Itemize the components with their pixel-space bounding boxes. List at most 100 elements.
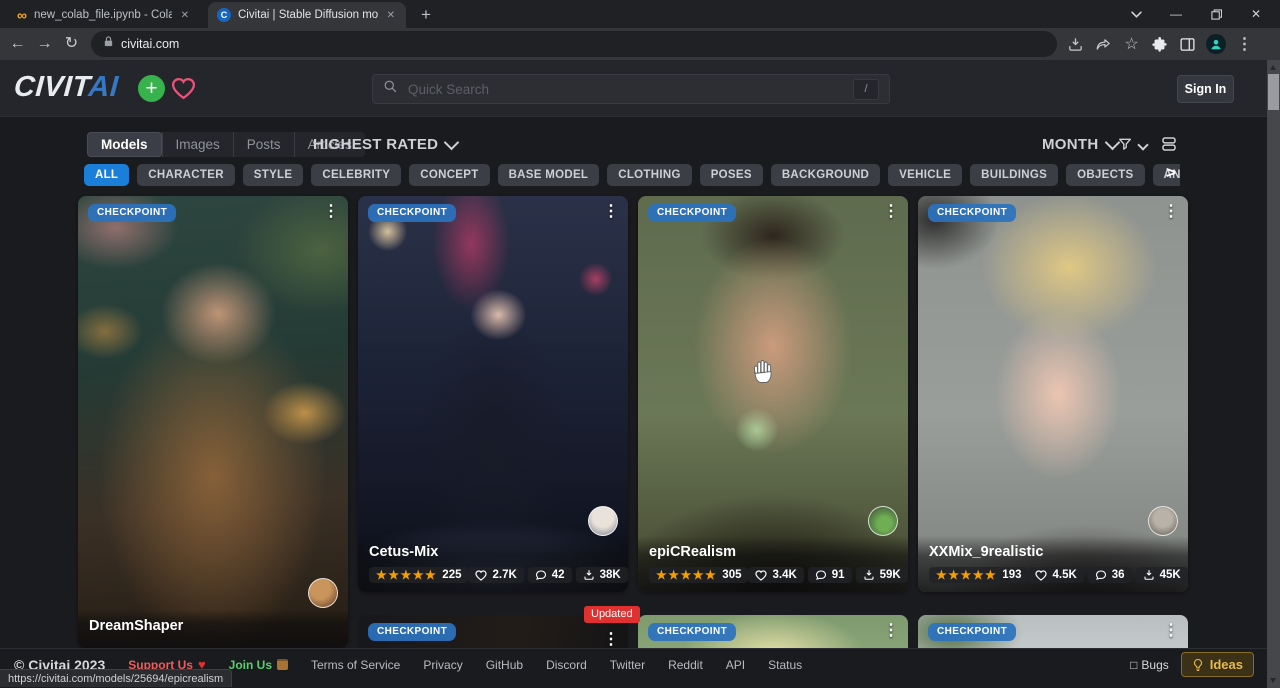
chip-all[interactable]: ALL: [84, 164, 129, 186]
footer-link-terms[interactable]: Terms of Service: [311, 658, 400, 672]
chips-scroll-right-icon[interactable]: >: [1166, 163, 1176, 183]
scrollbar-up-icon[interactable]: [1270, 65, 1276, 70]
bugs-link[interactable]: □ Bugs: [1130, 658, 1169, 672]
scrollbar-down-icon[interactable]: [1270, 678, 1276, 683]
chip-base-model[interactable]: BASE MODEL: [498, 164, 600, 186]
comments-count: 36: [1112, 569, 1125, 581]
card-menu-icon[interactable]: ⋮: [603, 629, 619, 649]
checkpoint-badge: CHECKPOINT: [648, 204, 736, 222]
footer-link-github[interactable]: GitHub: [486, 658, 523, 672]
likes-count: 4.5K: [1052, 569, 1076, 581]
lock-icon: [103, 35, 114, 53]
favorites-heart-icon[interactable]: [171, 77, 196, 105]
browser-menu-icon[interactable]: ⋮: [1235, 35, 1254, 54]
model-card-epicrealism[interactable]: CHECKPOINT ⋮ epiCRealism ★★★★★ 305 3.4K …: [638, 196, 908, 592]
url-text: civitai.com: [121, 37, 179, 51]
bookmark-star-icon[interactable]: ☆: [1122, 35, 1141, 54]
new-tab-button[interactable]: +: [414, 3, 438, 27]
footer-link-twitter[interactable]: Twitter: [610, 658, 645, 672]
profile-avatar[interactable]: [1206, 34, 1226, 54]
tab-images[interactable]: Images: [162, 132, 233, 157]
search-shortcut-badge: /: [853, 79, 879, 100]
share-icon[interactable]: [1094, 35, 1113, 54]
window-close-icon[interactable]: ✕: [1236, 0, 1276, 28]
chip-poses[interactable]: POSES: [700, 164, 763, 186]
bugs-label: Bugs: [1141, 658, 1168, 672]
sign-in-button[interactable]: Sign In: [1177, 75, 1234, 103]
tab-close-icon[interactable]: ✕: [385, 10, 397, 21]
footer-link-privacy[interactable]: Privacy: [423, 658, 462, 672]
card-menu-icon[interactable]: ⋮: [323, 201, 339, 221]
browser-tab-colab[interactable]: ∞ new_colab_file.ipynb - Colaborat ✕: [8, 2, 200, 28]
footer-link-reddit[interactable]: Reddit: [668, 658, 703, 672]
civitai-logo[interactable]: CIVITAI: [13, 71, 120, 104]
filter-funnel-icon: [1117, 136, 1133, 157]
card-menu-icon[interactable]: ⋮: [883, 620, 899, 640]
filter-dropdown[interactable]: [1117, 136, 1147, 157]
layout-toggle-icon[interactable]: [1160, 135, 1178, 158]
ideas-button[interactable]: Ideas: [1181, 652, 1254, 677]
url-bar[interactable]: civitai.com: [91, 31, 1057, 57]
model-card-dreamshaper[interactable]: CHECKPOINT ⋮ DreamShaper: [78, 196, 348, 648]
chip-character[interactable]: CHARACTER: [137, 164, 235, 186]
chip-clothing[interactable]: CLOTHING: [607, 164, 691, 186]
card-menu-icon[interactable]: ⋮: [883, 201, 899, 221]
sidebar-icon[interactable]: [1178, 35, 1197, 54]
comments-count: 91: [832, 569, 845, 581]
creator-avatar[interactable]: [308, 578, 338, 608]
star-rating-icon: ★★★★★: [376, 569, 437, 581]
footer-link-api[interactable]: API: [726, 658, 745, 672]
reload-icon[interactable]: ↻: [58, 36, 85, 52]
chip-vehicle[interactable]: VEHICLE: [888, 164, 962, 186]
tab-models[interactable]: Models: [87, 132, 162, 157]
browser-tab-civitai[interactable]: C Civitai | Stable Diffusion models, ✕: [208, 2, 406, 28]
rating-count: 193: [1002, 569, 1021, 581]
search-input[interactable]: [406, 81, 845, 98]
heart-icon: [755, 570, 767, 581]
category-chips: ALL CHARACTER STYLE CELEBRITY CONCEPT BA…: [84, 164, 1180, 186]
chip-buildings[interactable]: BUILDINGS: [970, 164, 1058, 186]
chip-background[interactable]: BACKGROUND: [771, 164, 880, 186]
tab-title: new_colab_file.ipynb - Colaborat: [34, 9, 172, 21]
footer-link-join-us[interactable]: Join Us: [229, 658, 288, 672]
card-title: DreamShaper: [89, 618, 337, 634]
chip-celebrity[interactable]: CELEBRITY: [311, 164, 401, 186]
creator-avatar[interactable]: [1148, 506, 1178, 536]
tab-close-icon[interactable]: ✕: [179, 10, 191, 21]
page-scrollbar[interactable]: [1267, 60, 1280, 688]
footer-link-status[interactable]: Status: [768, 658, 802, 672]
updated-badge: Updated: [584, 606, 640, 623]
downloads-pill: 38K: [576, 567, 628, 583]
site-header: CIVITAI + / Sign In: [0, 60, 1280, 117]
create-plus-icon[interactable]: +: [138, 75, 165, 102]
card-menu-icon[interactable]: ⋮: [603, 201, 619, 221]
card-menu-icon[interactable]: ⋮: [1163, 620, 1179, 640]
tab-posts[interactable]: Posts: [233, 132, 294, 157]
footer-link-discord[interactable]: Discord: [546, 658, 587, 672]
forward-icon[interactable]: →: [31, 36, 58, 52]
extensions-icon[interactable]: [1150, 35, 1169, 54]
period-dropdown[interactable]: MONTH: [1042, 136, 1118, 153]
sort-label: HIGHEST RATED: [313, 136, 438, 153]
metric-pills: 4.5K 36 45K: [1028, 567, 1187, 583]
card-menu-icon[interactable]: ⋮: [1163, 201, 1179, 221]
creator-avatar[interactable]: [588, 506, 618, 536]
tab-search-chevron-icon[interactable]: [1116, 0, 1156, 28]
model-card-xxmix9realistic[interactable]: CHECKPOINT ⋮ XXMix_9realistic ★★★★★ 193 …: [918, 196, 1188, 592]
quick-search[interactable]: /: [372, 74, 890, 104]
join-label: Join Us: [229, 658, 272, 672]
scrollbar-thumb[interactable]: [1268, 74, 1279, 110]
minimize-icon[interactable]: —: [1156, 0, 1196, 28]
chip-concept[interactable]: CONCEPT: [409, 164, 489, 186]
maximize-icon[interactable]: [1196, 0, 1236, 28]
likes-pill: 3.4K: [748, 567, 803, 583]
chip-objects[interactable]: OBJECTS: [1066, 164, 1144, 186]
download-page-icon[interactable]: [1066, 35, 1085, 54]
bug-icon: □: [1130, 658, 1137, 672]
back-icon[interactable]: ←: [4, 36, 31, 52]
creator-avatar[interactable]: [868, 506, 898, 536]
sort-dropdown[interactable]: HIGHEST RATED: [313, 136, 457, 153]
status-url-text: https://civitai.com/models/25694/epicrea…: [8, 673, 223, 685]
model-card-cetus-mix[interactable]: CHECKPOINT ⋮ Cetus-Mix ★★★★★ 225 2.7K 42: [358, 196, 628, 592]
chip-style[interactable]: STYLE: [243, 164, 304, 186]
